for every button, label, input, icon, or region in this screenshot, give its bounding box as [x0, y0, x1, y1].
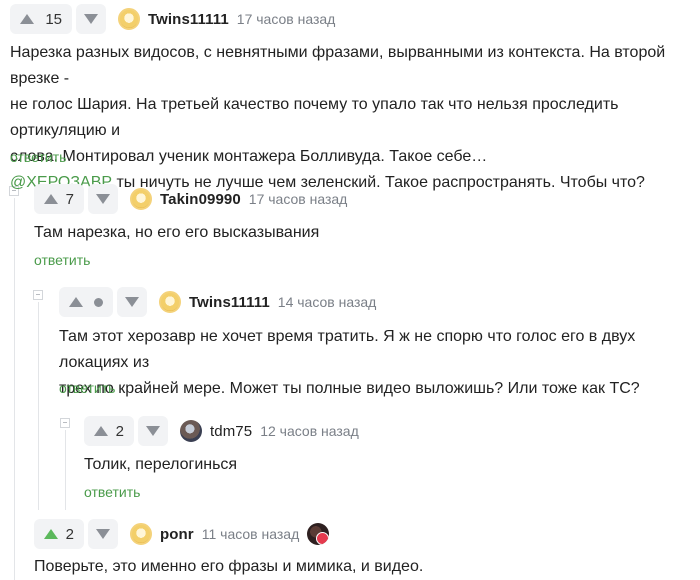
comment-header: 15 Twins11111 17 часов назад	[10, 4, 335, 34]
vote-box	[59, 287, 113, 317]
downvote-icon	[84, 14, 98, 24]
comment-header: Twins11111 14 часов назад	[59, 287, 376, 317]
comment-line: Нарезка разных видосов, с невнятными фра…	[10, 44, 666, 87]
downvote-button[interactable]	[117, 287, 147, 317]
author-name[interactable]: ponr	[160, 526, 194, 543]
awarded-user-avatar[interactable]	[307, 523, 330, 545]
thread-line	[38, 302, 39, 510]
reply-link[interactable]: ответить	[10, 149, 66, 165]
author-name[interactable]: Takin09990	[160, 191, 241, 208]
upvote-icon[interactable]	[20, 14, 34, 24]
reply-link[interactable]: ответить	[34, 252, 90, 268]
comment-line: Поверьте, это именно его фразы и мимика,…	[34, 558, 424, 575]
upvote-icon[interactable]	[44, 194, 58, 204]
author-name[interactable]: Twins11111	[148, 11, 229, 28]
downvote-button[interactable]	[88, 519, 118, 549]
collapse-thread-button[interactable]	[60, 418, 70, 428]
score-hidden-dot	[94, 297, 103, 307]
comment-header: 2 tdm75 12 часов назад	[84, 416, 359, 446]
comment-time[interactable]: 11 часов назад	[202, 526, 300, 542]
vote-box: 15	[10, 4, 72, 34]
comment-time[interactable]: 14 часов назад	[278, 294, 377, 310]
upvote-icon[interactable]	[44, 529, 58, 539]
avatar[interactable]	[118, 8, 140, 30]
comment-score: 7	[65, 190, 74, 208]
vote-box: 2	[84, 416, 134, 446]
comment-line: не голос Шария. На третьей качество поче…	[10, 96, 619, 139]
comment-score: 15	[45, 10, 62, 28]
downvote-icon	[96, 529, 110, 539]
reply-link[interactable]: ответить	[59, 380, 115, 396]
comment-line: трех по крайней мере. Может ты полные ви…	[59, 380, 640, 397]
comment-text: Поверьте, это именно его фразы и мимика,…	[34, 554, 694, 580]
reply-link[interactable]: ответить	[84, 484, 140, 500]
comment-line: Там этот херозавр не хочет время тратить…	[59, 328, 636, 371]
comment-header: 7 Takin09990 17 часов назад	[34, 184, 347, 214]
comment-time[interactable]: 12 часов назад	[260, 423, 359, 439]
avatar[interactable]	[180, 420, 202, 442]
thread-line	[65, 430, 66, 510]
comment-line: Там нарезка, но его его высказывания	[34, 224, 320, 241]
upvote-icon[interactable]	[94, 426, 108, 436]
vote-box: 2	[34, 519, 84, 549]
collapse-thread-button[interactable]	[33, 290, 43, 300]
downvote-icon	[146, 426, 160, 436]
comment-text: Там нарезка, но его его высказывания	[34, 220, 694, 246]
avatar[interactable]	[159, 291, 181, 313]
comment-score: 2	[115, 422, 124, 440]
downvote-icon	[125, 297, 139, 307]
vote-box: 7	[34, 184, 84, 214]
comment-header: 2 ponr 11 часов назад	[34, 519, 330, 549]
comment-time[interactable]: 17 часов назад	[249, 191, 348, 207]
thread-line	[14, 198, 15, 580]
avatar[interactable]	[130, 188, 152, 210]
downvote-button[interactable]	[88, 184, 118, 214]
comment-text: Там этот херозавр не хочет время тратить…	[59, 324, 699, 402]
comment-score: 2	[65, 525, 74, 543]
downvote-button[interactable]	[76, 4, 106, 34]
comment-text: Нарезка разных видосов, с невнятными фра…	[10, 40, 700, 196]
downvote-button[interactable]	[138, 416, 168, 446]
comment-time[interactable]: 17 часов назад	[237, 11, 336, 27]
comment-line: слова. Монтировал ученик монтажера Болли…	[10, 148, 488, 165]
avatar[interactable]	[130, 523, 152, 545]
author-name[interactable]: tdm75	[210, 423, 252, 440]
heart-icon	[316, 532, 330, 545]
comment-text: Толик, перелогинься	[84, 452, 684, 478]
comment-line: Толик, перелогинься	[84, 456, 238, 473]
author-name[interactable]: Twins11111	[189, 294, 270, 311]
downvote-icon	[96, 194, 110, 204]
upvote-icon[interactable]	[69, 297, 83, 307]
